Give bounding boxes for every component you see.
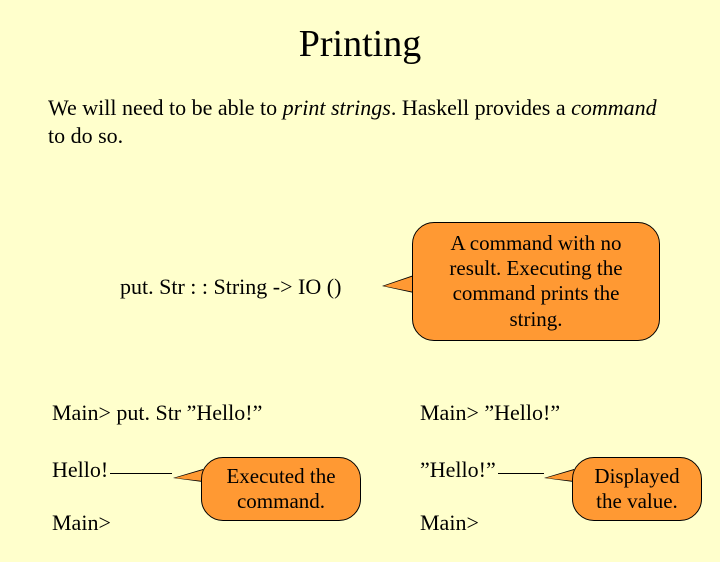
- connector-line-disp: [498, 473, 544, 474]
- type-signature: put. Str : : String -> IO (): [120, 274, 341, 300]
- repl-left-input: Main> put. Str ”Hello!”: [52, 400, 262, 426]
- repl-right-output: ”Hello!”: [420, 457, 496, 483]
- intro-part3: to do so.: [48, 123, 123, 148]
- page-title: Printing: [0, 22, 720, 66]
- callout-explanation: A command with no result. Executing the …: [412, 222, 660, 341]
- callout-disp-tail: [546, 470, 574, 481]
- repl-right-input: Main> ”Hello!”: [420, 400, 560, 426]
- intro-part2: . Haskell provides a: [391, 95, 571, 120]
- callout-exec-tail: [175, 470, 203, 481]
- connector-line-exec: [110, 473, 172, 474]
- callout-tail: [384, 276, 414, 292]
- intro-emph2: command: [571, 95, 657, 120]
- repl-right-prompt: Main>: [420, 510, 479, 536]
- callout-executed: Executed the command.: [201, 457, 361, 521]
- intro-text: We will need to be able to print strings…: [0, 94, 720, 149]
- repl-left-output: Hello!: [52, 457, 108, 483]
- intro-part1: We will need to be able to: [48, 95, 283, 120]
- intro-emph1: print strings: [283, 95, 391, 120]
- callout-displayed: Displayed the value.: [572, 457, 702, 521]
- repl-left-prompt: Main>: [52, 510, 111, 536]
